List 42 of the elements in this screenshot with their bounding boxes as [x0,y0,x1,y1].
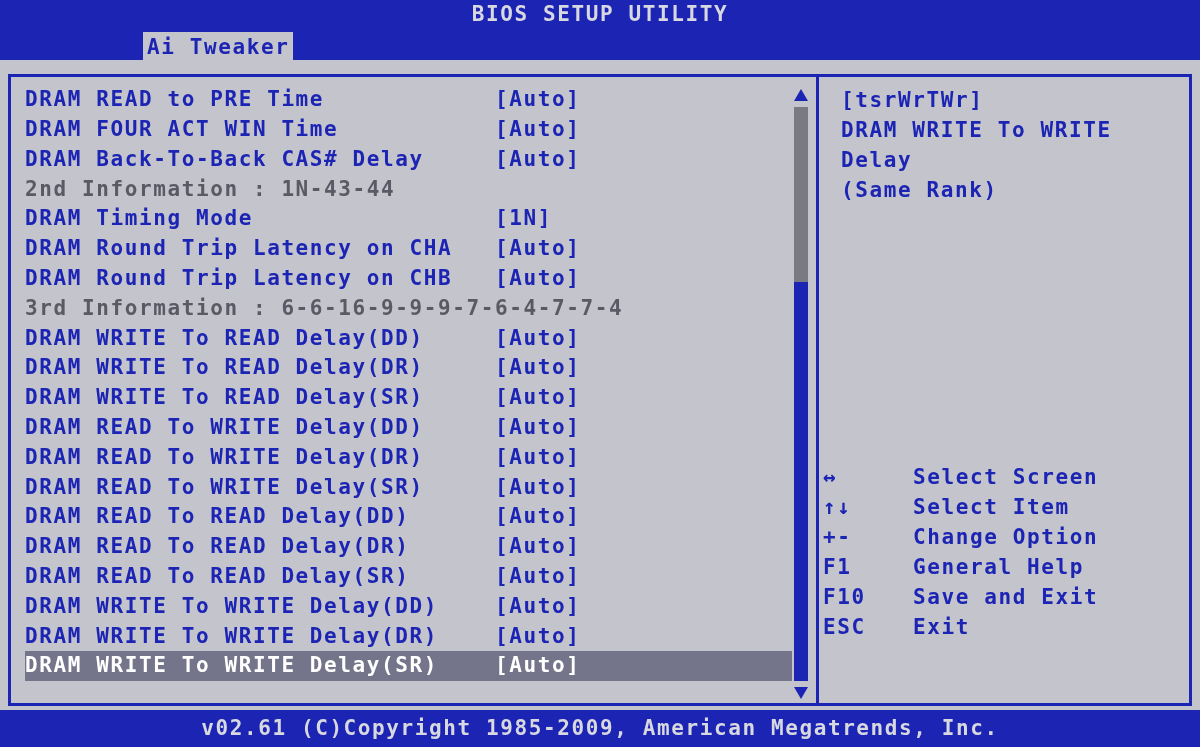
setting-row[interactable]: DRAM Round Trip Latency on CHB [Auto] [25,263,792,294]
help-text: DRAM WRITE To WRITE [841,117,1113,144]
setting-row[interactable]: DRAM READ To READ Delay(DR) [Auto] [25,531,792,562]
scroll-thumb[interactable] [794,107,808,282]
setting-row[interactable]: DRAM READ to PRE Time [Auto] [25,85,792,115]
setting-row[interactable]: DRAM FOUR ACT WIN Time [Auto] [25,114,792,145]
setting-row[interactable]: DRAM WRITE To WRITE Delay(DD) [Auto] [25,591,792,622]
key-label: F10 [823,584,867,612]
setting-row[interactable]: DRAM READ To WRITE Delay(DD) [Auto] [25,412,792,443]
setting-row[interactable]: DRAM WRITE To READ Delay(DR) [Auto] [25,353,792,383]
setting-row[interactable]: DRAM WRITE To READ Delay(SR) [Auto] [25,382,792,413]
help-text: (Same Rank) [841,177,999,204]
key-action: Select Screen [913,464,1099,492]
tab[interactable]: Ai Tweaker [143,32,294,60]
setting-row[interactable]: DRAM WRITE To WRITE Delay(DR) [Auto] [25,621,792,652]
key-label: F1 [823,554,853,582]
info-text: 3rd Information : 6-6-16-9-9-9-7-6-4-7-7-4 [25,294,624,322]
setting-row[interactable]: DRAM WRITE To WRITE Delay(SR) [Auto] [25,651,792,681]
scroll-down-icon[interactable] [794,687,808,699]
help-text: [tsrWrTWr] [841,87,985,114]
key-action: Change Option [913,524,1099,552]
key-action: Exit [913,614,970,642]
info-text: 2nd Information : 1N-43-44 [25,175,396,203]
setting-row[interactable]: DRAM Round Trip Latency on CHA [Auto] [25,234,792,264]
key-label: ↑↓ [823,494,853,522]
help-text: Delay [841,147,914,174]
setting-row[interactable]: DRAM WRITE To READ Delay(DD) [Auto] [25,323,792,354]
key-action: Save and Exit [913,584,1099,612]
key-label: ↔ [823,464,839,492]
setting-row[interactable]: DRAM Back-To-Back CAS# Delay [Auto] [25,144,792,175]
key-action: General Help [913,554,1084,582]
copyright-text: v02.61 (C)Copyright 1985-2009, American Megatrends, Inc. [201,714,999,742]
setting-row[interactable]: DRAM READ To WRITE Delay(SR) [Auto] [25,472,792,503]
setting-row[interactable]: DRAM READ To WRITE Delay(DR) [Auto] [25,442,792,473]
scroll-up-icon[interactable] [794,89,808,101]
key-label: +- [823,524,853,552]
window-title: BIOS SETUP UTILITY [471,1,729,29]
setting-row[interactable]: DRAM Timing Mode [1N] [25,204,792,234]
setting-row[interactable]: DRAM READ To READ Delay(DD) [Auto] [25,502,792,532]
setting-row[interactable]: DRAM READ To READ Delay(SR) [Auto] [25,561,792,592]
key-action: Select Item [913,494,1070,522]
key-label: ESC [823,614,867,642]
